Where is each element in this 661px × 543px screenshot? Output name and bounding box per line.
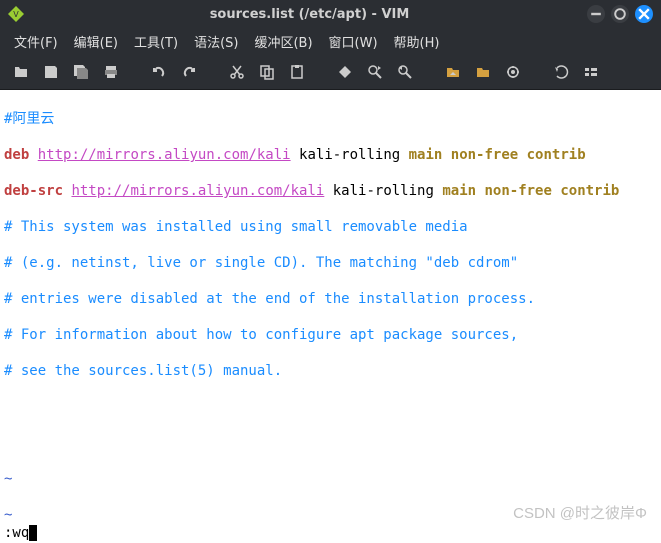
deb-keyword: deb — [4, 147, 29, 163]
redo-icon[interactable] — [178, 61, 200, 83]
vim-command-line[interactable]: :wq — [0, 523, 661, 543]
find-next-icon[interactable] — [364, 61, 386, 83]
menubar: 文件(F) 编辑(E) 工具(T) 语法(S) 缓冲区(B) 窗口(W) 帮助(… — [0, 28, 661, 54]
replace-icon[interactable] — [334, 61, 356, 83]
copy-icon[interactable] — [256, 61, 278, 83]
save-all-icon[interactable] — [70, 61, 92, 83]
comment-text: # entries were disabled at the end of th… — [4, 290, 657, 308]
comment-text: # (e.g. netinst, live or single CD). The… — [4, 254, 657, 272]
titlebar: V sources.list (/etc/apt) - VIM — [0, 0, 661, 28]
maximize-button[interactable] — [611, 5, 629, 23]
repo-url: http://mirrors.aliyun.com/kali — [71, 183, 324, 199]
print-icon[interactable] — [100, 61, 122, 83]
components-text: main non-free contrib — [442, 183, 619, 199]
components-text: main non-free contrib — [409, 147, 586, 163]
cut-icon[interactable] — [226, 61, 248, 83]
find-prev-icon[interactable] — [394, 61, 416, 83]
window-controls — [587, 5, 653, 23]
undo-icon[interactable] — [148, 61, 170, 83]
command-text: :wq — [4, 525, 29, 541]
open-file-icon[interactable] — [10, 61, 32, 83]
vim-app-icon: V — [8, 6, 24, 22]
menu-help[interactable]: 帮助(H) — [388, 30, 446, 53]
empty-line-tilde: ~ — [4, 506, 657, 524]
menu-buffers[interactable]: 缓冲区(B) — [248, 30, 318, 53]
minimize-button[interactable] — [587, 5, 605, 23]
save-icon[interactable] — [40, 61, 62, 83]
save-session-icon[interactable] — [472, 61, 494, 83]
run-script-icon[interactable] — [502, 61, 524, 83]
menu-syntax[interactable]: 语法(S) — [188, 30, 244, 53]
comment-text: # This system was installed using small … — [4, 218, 657, 236]
repo-url: http://mirrors.aliyun.com/kali — [38, 147, 291, 163]
toolbar — [0, 54, 661, 90]
window-title: sources.list (/etc/apt) - VIM — [32, 7, 587, 22]
tag-icon[interactable] — [580, 61, 602, 83]
editor-area[interactable]: #阿里云 deb http://mirrors.aliyun.com/kali … — [0, 90, 661, 543]
suite-text: kali-rolling — [324, 183, 442, 199]
deb-src-keyword: deb-src — [4, 183, 63, 199]
paste-icon[interactable] — [286, 61, 308, 83]
empty-line-tilde: ~ — [4, 470, 657, 488]
cursor — [29, 525, 37, 541]
comment-text: #阿里云 — [4, 111, 54, 127]
suite-text: kali-rolling — [291, 147, 409, 163]
close-button[interactable] — [635, 5, 653, 23]
menu-tools[interactable]: 工具(T) — [128, 30, 184, 53]
svg-text:V: V — [13, 10, 19, 19]
menu-window[interactable]: 窗口(W) — [323, 30, 384, 53]
menu-file[interactable]: 文件(F) — [8, 30, 64, 53]
comment-text: # For information about how to configure… — [4, 326, 657, 344]
make-icon[interactable] — [550, 61, 572, 83]
load-session-icon[interactable] — [442, 61, 464, 83]
menu-edit[interactable]: 编辑(E) — [68, 30, 124, 53]
comment-text: # see the sources.list(5) manual. — [4, 362, 657, 380]
